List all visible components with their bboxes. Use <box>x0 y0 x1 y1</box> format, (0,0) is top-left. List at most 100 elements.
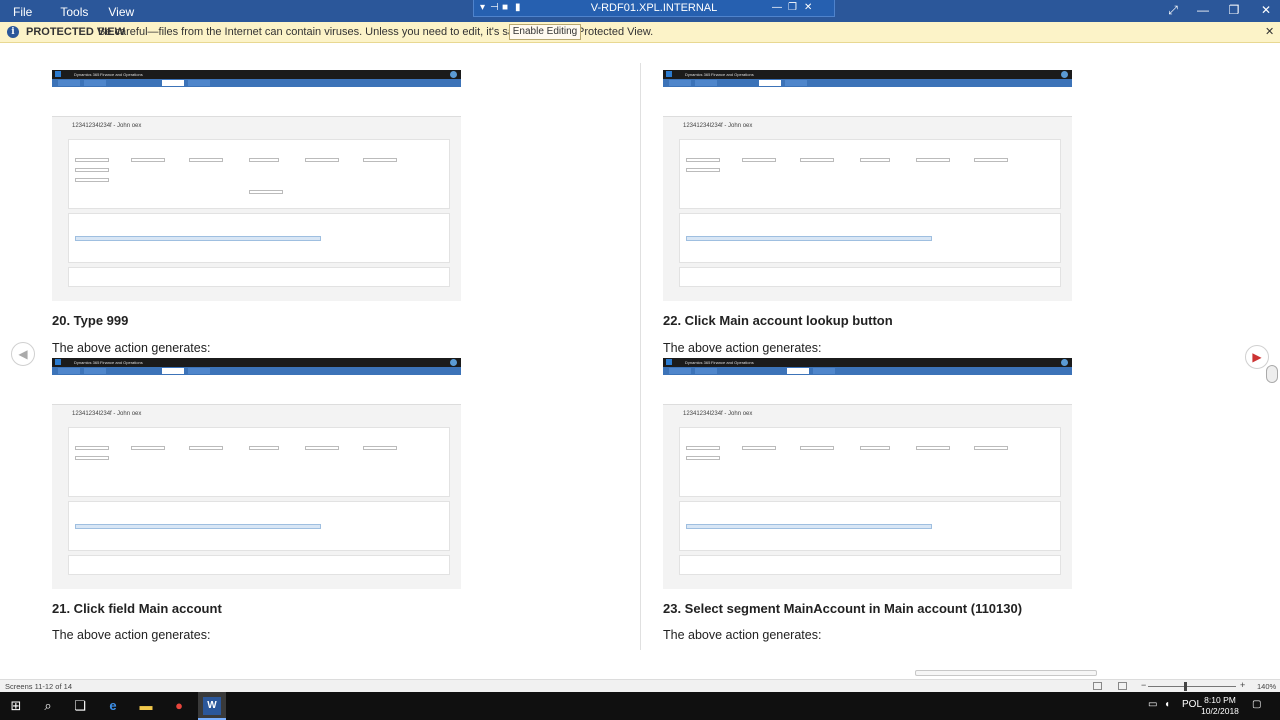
search-icon[interactable]: ⌕ <box>39 697 57 715</box>
windows-taskbar: ⊞ ⌕ ❏ e ▬ ● W ▭ ◖ POL 8:10 PM 10/2/2018 … <box>0 692 1280 720</box>
avatar <box>450 359 457 366</box>
ribbon-tab <box>813 368 835 374</box>
app-brand: Dynamics 365 <box>74 360 99 365</box>
record-header: 12341234l234f - John oex <box>72 123 141 129</box>
step-screenshot: Dynamics 365 Finance and Operations 1234… <box>663 358 1072 589</box>
rdp-restore-icon[interactable]: ❐ <box>788 2 797 14</box>
step-caption: 23. Select segment MainAccount in Main a… <box>663 601 1022 616</box>
app-module: Finance and Operations <box>100 360 143 365</box>
menu-file[interactable]: File <box>13 4 32 20</box>
menu-tools[interactable]: Tools <box>60 4 88 20</box>
step-generates-text: The above action generates: <box>663 341 821 355</box>
clock[interactable]: 8:10 PM 10/2/2018 <box>1200 695 1240 717</box>
app-ribbon <box>52 79 461 87</box>
ribbon-tab <box>188 368 210 374</box>
enable-editing-button[interactable]: Enable Editing <box>509 24 581 40</box>
rdp-minimize-icon[interactable]: — <box>772 2 782 14</box>
field <box>686 158 720 162</box>
step-caption: 21. Click field Main account <box>52 601 222 616</box>
line-details-panel <box>68 267 450 287</box>
chrome-icon[interactable]: ● <box>170 697 188 715</box>
invoice-lines-panel <box>68 213 450 263</box>
notifications-icon[interactable]: ▢ <box>1252 699 1261 710</box>
print-layout-icon[interactable] <box>1118 682 1127 690</box>
step-generates-text: The above action generates: <box>663 628 821 642</box>
field <box>363 446 397 450</box>
next-screen-button[interactable]: ▶ <box>1245 345 1269 369</box>
vertical-scroll-thumb[interactable] <box>1266 365 1278 383</box>
invoice-line-row <box>686 236 932 241</box>
rdp-close-icon[interactable]: ✕ <box>804 2 812 14</box>
volume-icon[interactable]: ◖ <box>1164 699 1170 710</box>
field <box>800 446 834 450</box>
field <box>916 446 950 450</box>
invoice-header-panel <box>679 427 1061 497</box>
field <box>189 446 223 450</box>
zoom-out-icon[interactable]: − <box>1141 680 1146 690</box>
app-brand: Dynamics 365 <box>685 72 710 77</box>
step-screenshot: Dynamics 365 Finance and Operations 1234… <box>663 70 1072 301</box>
field <box>974 446 1008 450</box>
zoom-slider-thumb[interactable] <box>1184 682 1187 691</box>
step-generates-text: The above action generates: <box>52 628 210 642</box>
invoice-lines-panel <box>679 501 1061 551</box>
action-pane <box>52 87 461 117</box>
field <box>860 158 890 162</box>
step-screenshot: Dynamics 365 Finance and Operations 1234… <box>52 358 461 589</box>
app-launcher-icon <box>666 71 672 77</box>
clock-time: 8:10 PM <box>1200 695 1240 706</box>
previous-screen-button[interactable]: ◀ <box>11 342 35 366</box>
close-icon[interactable]: ✕ <box>1256 2 1276 18</box>
internet-explorer-icon[interactable]: e <box>104 697 122 715</box>
step-generates-text: The above action generates: <box>52 341 210 355</box>
info-icon: i <box>7 26 19 38</box>
app-ribbon <box>663 79 1072 87</box>
menu-view[interactable]: View <box>108 4 134 20</box>
avatar <box>1061 71 1068 78</box>
invoice-header-panel <box>679 139 1061 209</box>
minimize-icon[interactable]: — <box>1193 2 1213 18</box>
network-icon[interactable]: ▭ <box>1148 699 1157 710</box>
ribbon-tab-active <box>162 368 184 374</box>
action-pane <box>52 375 461 405</box>
field <box>686 168 720 172</box>
zoom-slider-track[interactable] <box>1148 686 1236 687</box>
invoice-header-panel <box>68 427 450 497</box>
field <box>75 168 109 172</box>
field <box>742 446 776 450</box>
ribbon-tab <box>84 80 106 86</box>
task-view-icon[interactable]: ❏ <box>71 697 89 715</box>
column-divider <box>640 63 641 650</box>
close-bar-icon[interactable]: ✕ <box>1265 25 1274 38</box>
ribbon-tab-active <box>787 368 809 374</box>
record-header: 12341234l234f - John oex <box>683 123 752 129</box>
file-explorer-icon[interactable]: ▬ <box>137 697 155 715</box>
read-mode-icon[interactable] <box>1093 682 1102 690</box>
ribbon-tab <box>58 368 80 374</box>
action-pane <box>663 375 1072 405</box>
invoice-line-row <box>75 236 321 241</box>
horizontal-scrollbar[interactable] <box>915 670 1097 676</box>
chevron-right-icon: ▶ <box>1252 350 1261 364</box>
zoom-in-icon[interactable]: + <box>1240 680 1245 690</box>
zoom-percentage[interactable]: 140% <box>1257 682 1276 691</box>
field <box>189 158 223 162</box>
protected-view-bar: i PROTECTED VIEW Be careful—files from t… <box>0 22 1280 43</box>
app-page: 12341234l234f - John oex <box>52 375 461 589</box>
ribbon-tab <box>695 80 717 86</box>
ribbon-tab <box>84 368 106 374</box>
field <box>305 446 339 450</box>
menu-bar: File Tools View <box>0 4 134 20</box>
field <box>800 158 834 162</box>
step-screenshot: Dynamics 365 Finance and Operations 1234… <box>52 70 461 301</box>
language-indicator[interactable]: POL <box>1182 699 1202 710</box>
record-header: 12341234l234f - John oex <box>72 411 141 417</box>
restore-icon[interactable]: ❐ <box>1224 2 1244 18</box>
ribbon-tab <box>785 80 807 86</box>
windows-start-icon[interactable]: ⊞ <box>7 697 25 715</box>
invoice-lines-panel <box>679 213 1061 263</box>
word-icon[interactable]: W <box>203 697 221 715</box>
field <box>686 456 720 460</box>
screens-counter: Screens 11-12 of 14 <box>5 682 72 691</box>
full-screen-icon[interactable]: ⤢ <box>1163 2 1183 18</box>
